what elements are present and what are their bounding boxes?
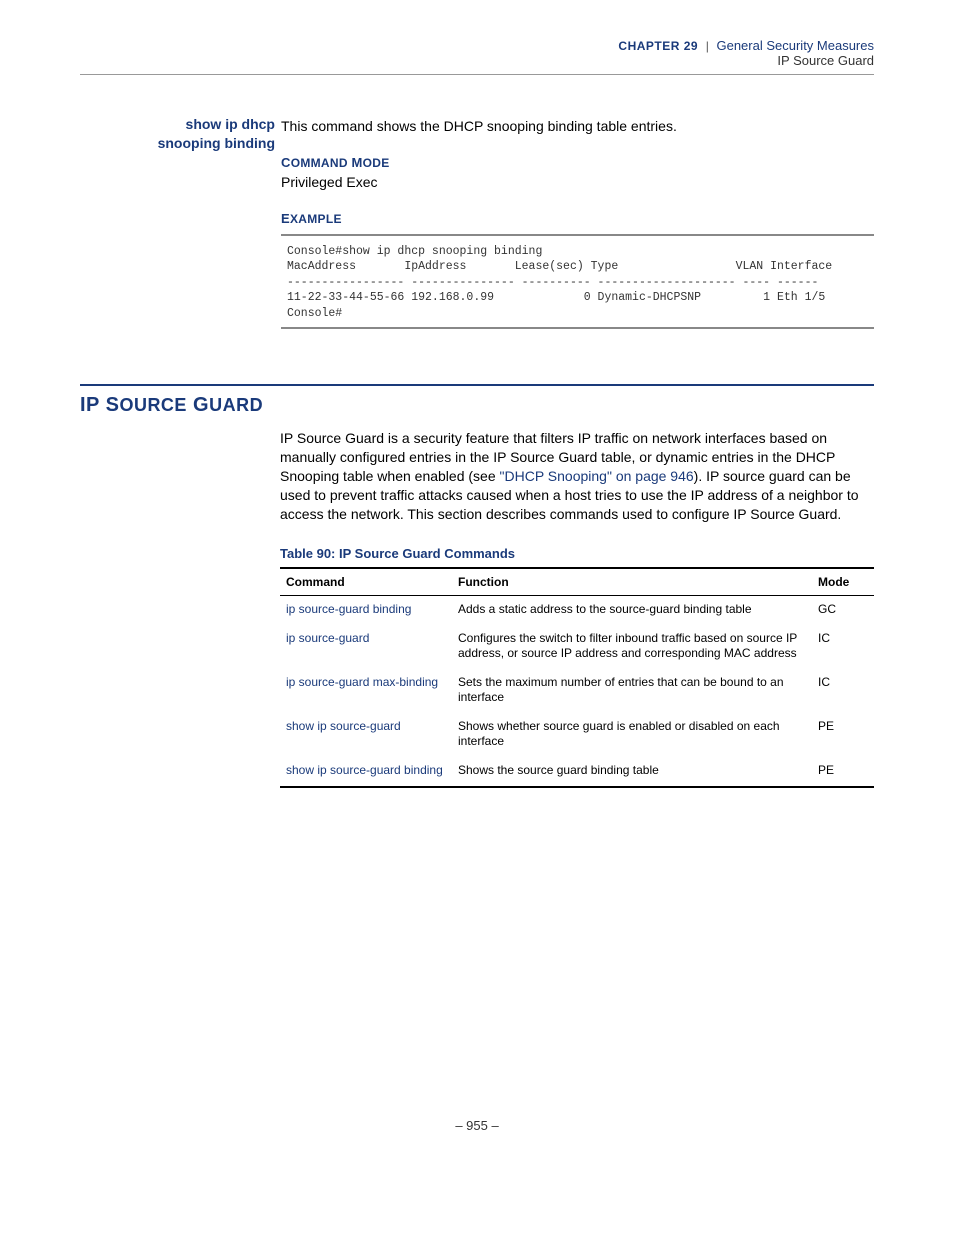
command-mode-text: Privileged Exec — [281, 173, 874, 192]
example-output: Console#show ip dhcp snooping binding Ma… — [281, 234, 874, 330]
section-rule — [80, 384, 874, 386]
section-intro: IP Source Guard is a security feature th… — [280, 429, 874, 523]
table-row: ip source-guard max-bindingSets the maxi… — [280, 669, 874, 713]
command-mode-heading: COMMAND MODE — [281, 154, 874, 172]
dhcp-snooping-link[interactable]: "DHCP Snooping" on page 946 — [500, 468, 694, 484]
command-function: Adds a static address to the source-guar… — [452, 595, 812, 625]
section-title: IP SOURCE GUARD — [80, 394, 874, 417]
command-link[interactable]: ip source-guard — [280, 625, 452, 669]
page-number: – 955 – — [80, 1118, 874, 1133]
chapter-label: CHAPTER 29 — [618, 39, 698, 53]
command-function: Shows whether source guard is enabled or… — [452, 713, 812, 757]
command-mode: IC — [812, 669, 874, 713]
command-link[interactable]: show ip source-guard — [280, 713, 452, 757]
command-mode: GC — [812, 595, 874, 625]
command-body: This command shows the DHCP snooping bin… — [281, 115, 874, 329]
table-row: ip source-guardConfigures the switch to … — [280, 625, 874, 669]
table-row: show ip source-guardShows whether source… — [280, 713, 874, 757]
command-block: show ip dhcp snooping binding This comma… — [80, 115, 874, 329]
th-mode: Mode — [812, 568, 874, 596]
example-heading: EXAMPLE — [281, 210, 874, 228]
command-name: show ip dhcp snooping binding — [80, 115, 281, 153]
command-mode: IC — [812, 625, 874, 669]
th-command: Command — [280, 568, 452, 596]
page-header: CHAPTER 29 | General Security Measures I… — [80, 38, 874, 68]
table-row: show ip source-guard bindingShows the so… — [280, 757, 874, 787]
command-mode: PE — [812, 713, 874, 757]
command-link[interactable]: show ip source-guard binding — [280, 757, 452, 787]
chapter-subtitle: IP Source Guard — [80, 53, 874, 68]
command-desc: This command shows the DHCP snooping bin… — [281, 117, 874, 136]
command-link[interactable]: ip source-guard max-binding — [280, 669, 452, 713]
table-row: ip source-guard bindingAdds a static add… — [280, 595, 874, 625]
command-function: Configures the switch to filter inbound … — [452, 625, 812, 669]
command-function: Sets the maximum number of entries that … — [452, 669, 812, 713]
table-caption: Table 90: IP Source Guard Commands — [280, 546, 874, 561]
chapter-sep: | — [702, 39, 713, 53]
header-rule — [80, 74, 874, 75]
command-link[interactable]: ip source-guard binding — [280, 595, 452, 625]
th-function: Function — [452, 568, 812, 596]
command-function: Shows the source guard binding table — [452, 757, 812, 787]
chapter-title: General Security Measures — [716, 38, 874, 53]
commands-table: Command Function Mode ip source-guard bi… — [280, 567, 874, 788]
command-mode: PE — [812, 757, 874, 787]
